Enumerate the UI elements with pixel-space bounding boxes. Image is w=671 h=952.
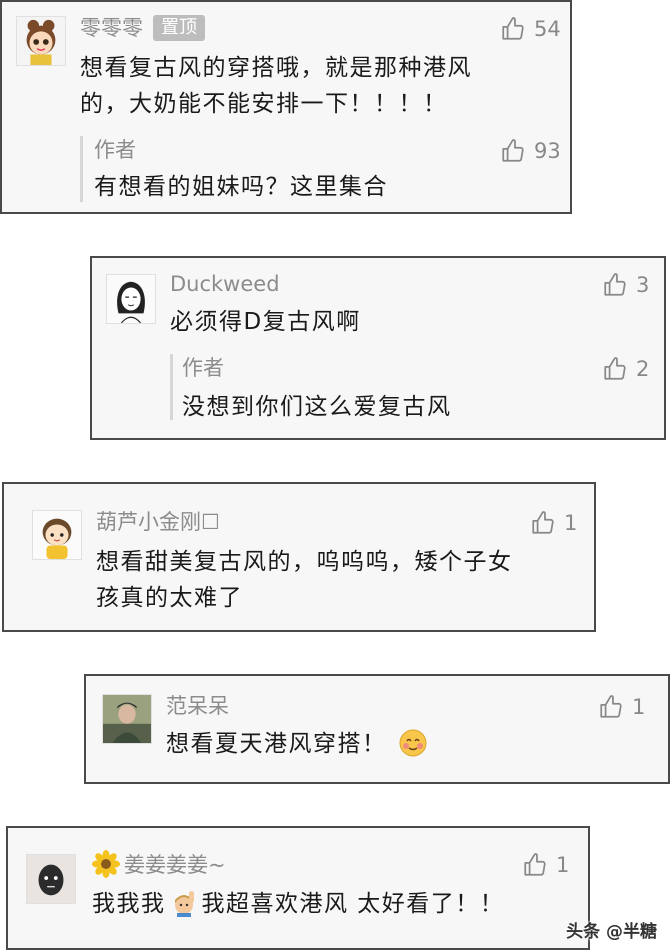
reply-text: 有想看的姐妹吗？这里集合 (94, 174, 388, 200)
reply-author[interactable]: 作者 (94, 136, 136, 164)
sunflower-icon (92, 850, 120, 878)
avatar-cartoon-kid-icon (33, 511, 81, 559)
avatar[interactable] (32, 510, 82, 560)
thumb-up-icon (500, 138, 526, 164)
comment-text: 必须得D复古风啊 (170, 309, 361, 335)
avatar[interactable] (16, 16, 66, 66)
like-count: 1 (564, 511, 578, 535)
reply-divider (80, 136, 83, 202)
comment-author[interactable]: 范呆呆 (166, 692, 229, 720)
comment-text: 想看夏天港风穿搭！ (166, 726, 646, 762)
thumb-up-icon (500, 16, 526, 42)
avatar[interactable] (102, 694, 152, 744)
raising-hand-emoji-icon (174, 891, 194, 917)
comment-text: 想看甜美复古风的，呜呜呜，矮个子女 孩真的太难了 (96, 549, 513, 611)
reply-like-button[interactable]: 2 (602, 356, 649, 382)
like-count: 1 (556, 853, 570, 877)
thumb-up-icon (602, 356, 628, 382)
comment-author[interactable]: Duckweed (170, 270, 280, 298)
pinned-badge: 置顶 (153, 15, 205, 41)
watermark: 头条 @半糖 (566, 922, 657, 942)
reply-text: 没想到你们这么爱复古风 (182, 394, 452, 420)
comment-card: 零零零 置顶 54 想看复古风的穿搭哦，就是那种港风 的，大奶能不能安排一下！！！… (0, 0, 572, 214)
like-count: 93 (534, 139, 561, 163)
comment-card: 葫芦小金刚☐ 1 想看甜美复古风的，呜呜呜，矮个子女 孩真的太难了 (2, 482, 596, 632)
like-count: 54 (534, 17, 561, 41)
reply-author[interactable]: 作者 (182, 354, 224, 382)
reply-like-button[interactable]: 93 (500, 138, 561, 164)
like-count: 3 (636, 273, 650, 297)
blush-emoji-icon (399, 729, 426, 757)
like-button[interactable]: 1 (522, 852, 569, 878)
thumb-up-icon (522, 852, 548, 878)
comment-card: 姜姜姜姜~ 1 我我我 我超喜欢港风 太好看了！！ (6, 826, 590, 950)
comment-text: 想看复古风的穿搭哦，就是那种港风 的，大奶能不能安排一下！！！！ (80, 55, 472, 117)
comment-card: 范呆呆 1 想看夏天港风穿搭！ (84, 674, 670, 784)
thumb-up-icon (598, 694, 624, 720)
avatar-photo-icon (103, 695, 151, 743)
avatar-cartoon-girl-icon (17, 17, 65, 65)
like-button[interactable]: 54 (500, 16, 561, 42)
comment-card: Duckweed 3 必须得D复古风啊 作者 2 没想到你们这么爱复古风 (90, 256, 666, 440)
comment-author[interactable]: 姜姜姜姜~ (92, 850, 226, 879)
thumb-up-icon (530, 510, 556, 536)
avatar-photo-icon (27, 855, 75, 903)
like-button[interactable]: 1 (598, 694, 645, 720)
like-button[interactable]: 3 (602, 272, 649, 298)
like-count: 1 (632, 695, 646, 719)
thumb-up-icon (602, 272, 628, 298)
avatar[interactable] (26, 854, 76, 904)
comment-text: 我我我 我超喜欢港风 太好看了！！ (92, 891, 505, 917)
comment-author[interactable]: 葫芦小金刚☐ (96, 508, 220, 536)
avatar[interactable] (106, 274, 156, 324)
reply-divider (170, 354, 173, 420)
avatar-sketch-girl-icon (107, 275, 155, 323)
comment-author[interactable]: 零零零 置顶 (80, 14, 205, 42)
like-count: 2 (636, 357, 650, 381)
like-button[interactable]: 1 (530, 510, 577, 536)
